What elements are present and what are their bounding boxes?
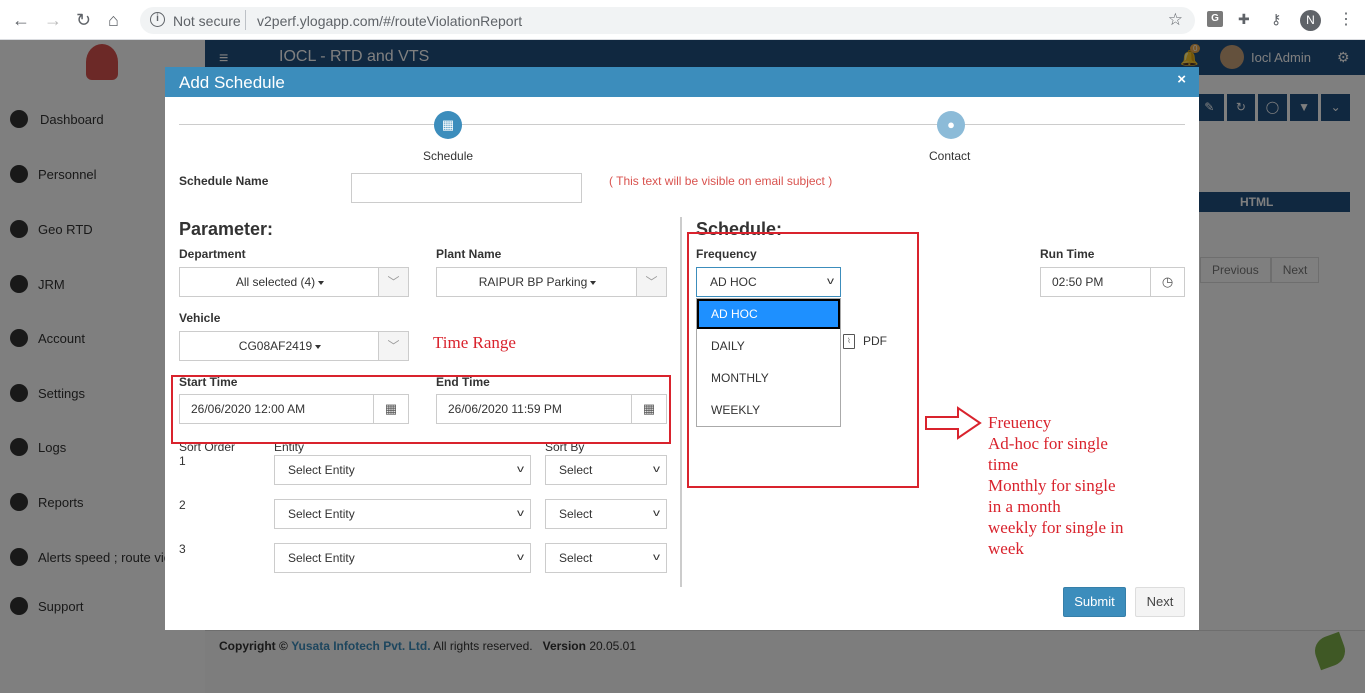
clock-icon[interactable]: ◷	[1150, 268, 1184, 296]
caret-down-icon	[315, 344, 322, 349]
vehicle-select[interactable]: CG08AF2419 ﹀	[179, 331, 409, 361]
chevron-down-icon: v	[517, 552, 524, 563]
not-secure-label: Not secure	[173, 13, 241, 29]
url-separator	[245, 10, 246, 30]
forward-icon[interactable]: →	[44, 10, 62, 30]
url-text[interactable]: v2perf.ylogapp.com/#/routeViolationRepor…	[257, 13, 522, 29]
department-label: Department	[179, 247, 246, 261]
chevron-down-icon[interactable]: ﹀	[636, 268, 666, 296]
entity-select-2[interactable]: Select Entity v	[274, 499, 531, 529]
schedule-name-label: Schedule Name	[179, 174, 269, 188]
sort-row-order: 3	[179, 542, 186, 556]
sort-by-select-1[interactable]: Select v	[545, 455, 667, 485]
parameter-title: Parameter:	[179, 219, 274, 239]
sort-by-select-3[interactable]: Select v	[545, 543, 667, 573]
step-contact-label[interactable]: Contact	[929, 149, 970, 163]
key-icon[interactable]: ⚷	[1271, 11, 1281, 28]
back-icon[interactable]: ←	[12, 10, 30, 30]
caret-down-icon	[590, 280, 597, 285]
entity-select-1[interactable]: Select Entity v	[274, 455, 531, 485]
bookmark-star-icon[interactable]: ☆	[1168, 10, 1183, 30]
next-button[interactable]: Next	[1135, 587, 1185, 617]
address-bar[interactable]: i Not secure v2perf.ylogapp.com/#/routeV…	[140, 7, 1195, 34]
modal-title: Add Schedule	[179, 73, 285, 92]
menu-kebab-icon[interactable]: ⋮	[1338, 9, 1354, 29]
column-divider	[680, 217, 682, 587]
schedule-name-input[interactable]	[351, 173, 582, 203]
plant-name-label: Plant Name	[436, 247, 502, 261]
plant-name-select[interactable]: RAIPUR BP Parking ﹀	[436, 267, 667, 297]
chevron-down-icon: v	[517, 464, 524, 475]
entity-select-3[interactable]: Select Entity v	[274, 543, 531, 573]
chevron-down-icon: v	[517, 508, 524, 519]
sort-row-order: 2	[179, 498, 186, 512]
close-icon[interactable]: ×	[1177, 71, 1186, 88]
annotation-frequency-box	[687, 232, 919, 488]
info-icon[interactable]: i	[150, 12, 165, 27]
step-schedule-label[interactable]: Schedule	[423, 149, 473, 163]
run-time-label: Run Time	[1040, 247, 1095, 261]
annotation-time-range-box	[171, 375, 671, 444]
chevron-down-icon[interactable]: ﹀	[378, 268, 408, 296]
profile-avatar[interactable]: N	[1300, 10, 1321, 31]
schedule-name-note: ( This text will be visible on email sub…	[609, 174, 833, 188]
puzzle-icon[interactable]: ✚	[1238, 11, 1250, 28]
department-select[interactable]: All selected (4) ﹀	[179, 267, 409, 297]
annotation-time-range: Time Range	[433, 333, 516, 352]
home-icon[interactable]: ⌂	[108, 10, 119, 30]
calendar-icon[interactable]: ▦	[434, 111, 462, 139]
sort-row-order: 1	[179, 454, 186, 468]
caret-down-icon	[318, 280, 325, 285]
modal-header: Add Schedule ×	[165, 67, 1199, 97]
sort-by-select-2[interactable]: Select v	[545, 499, 667, 529]
extension-g-icon[interactable]: G	[1207, 11, 1223, 27]
annotation-arrow-icon	[925, 406, 982, 440]
browser-chrome: ← → ↻ ⌂ i Not secure v2perf.ylogapp.com/…	[0, 0, 1365, 40]
users-icon[interactable]: ●	[937, 111, 965, 139]
vehicle-label: Vehicle	[179, 311, 221, 325]
wizard-progress-line	[179, 124, 1185, 125]
submit-button[interactable]: Submit	[1063, 587, 1126, 617]
run-time-input[interactable]: 02:50 PM ◷	[1040, 267, 1185, 297]
chevron-down-icon[interactable]: ﹀	[378, 332, 408, 360]
chevron-down-icon: v	[653, 552, 660, 563]
annotation-frequency-note: Freuency Ad-hoc for single time Monthly …	[988, 413, 1124, 558]
chevron-down-icon: v	[653, 508, 660, 519]
chevron-down-icon: v	[653, 464, 660, 475]
reload-icon[interactable]: ↻	[76, 10, 91, 30]
